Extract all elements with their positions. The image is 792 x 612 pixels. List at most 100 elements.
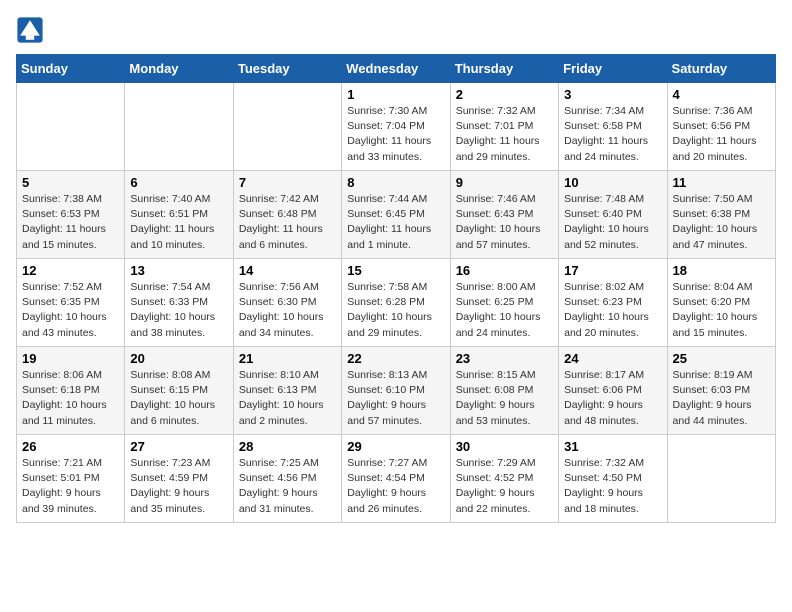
day-number: 24 [564,351,661,366]
calendar-cell: 14 Sunrise: 7:56 AM Sunset: 6:30 PM Dayli… [233,259,341,347]
day-number: 22 [347,351,444,366]
day-info: Sunrise: 7:27 AM Sunset: 4:54 PM Dayligh… [347,456,444,517]
generalblue-logo-icon [16,16,44,44]
day-number: 31 [564,439,661,454]
calendar-cell: 11 Sunrise: 7:50 AM Sunset: 6:38 PM Dayli… [667,171,775,259]
calendar-cell: 12 Sunrise: 7:52 AM Sunset: 6:35 PM Dayli… [17,259,125,347]
page-header [16,16,776,44]
day-info: Sunrise: 7:23 AM Sunset: 4:59 PM Dayligh… [130,456,227,517]
day-number: 7 [239,175,336,190]
calendar-cell: 5 Sunrise: 7:38 AM Sunset: 6:53 PM Daylig… [17,171,125,259]
calendar-cell: 24 Sunrise: 8:17 AM Sunset: 6:06 PM Dayli… [559,347,667,435]
day-info: Sunrise: 8:13 AM Sunset: 6:10 PM Dayligh… [347,368,444,429]
weekday-header-sunday: Sunday [17,55,125,83]
calendar-cell: 18 Sunrise: 8:04 AM Sunset: 6:20 PM Dayli… [667,259,775,347]
weekday-header-saturday: Saturday [667,55,775,83]
calendar-cell: 16Sunrise: 8:00 AM Sunset: 6:25 PM Dayli… [450,259,558,347]
calendar-cell: 9 Sunrise: 7:46 AM Sunset: 6:43 PM Daylig… [450,171,558,259]
weekday-header-tuesday: Tuesday [233,55,341,83]
day-number: 21 [239,351,336,366]
day-number: 9 [456,175,553,190]
calendar-cell: 13Sunrise: 7:54 AM Sunset: 6:33 PM Dayli… [125,259,233,347]
calendar-cell: 3 Sunrise: 7:34 AM Sunset: 6:58 PM Daylig… [559,83,667,171]
day-info: Sunrise: 7:42 AM Sunset: 6:48 PM Dayligh… [239,192,336,253]
day-number: 2 [456,87,553,102]
calendar-cell: 22 Sunrise: 8:13 AM Sunset: 6:10 PM Dayli… [342,347,450,435]
day-info: Sunrise: 8:17 AM Sunset: 6:06 PM Dayligh… [564,368,661,429]
calendar-cell: 17Sunrise: 8:02 AM Sunset: 6:23 PM Dayli… [559,259,667,347]
day-number: 1 [347,87,444,102]
day-number: 6 [130,175,227,190]
calendar-cell: 8 Sunrise: 7:44 AM Sunset: 6:45 PM Daylig… [342,171,450,259]
calendar-cell [667,435,775,523]
calendar-table: SundayMondayTuesdayWednesdayThursdayFrid… [16,54,776,523]
weekday-header-friday: Friday [559,55,667,83]
day-number: 19 [22,351,119,366]
calendar-cell [125,83,233,171]
day-number: 18 [673,263,770,278]
calendar-cell: 7 Sunrise: 7:42 AM Sunset: 6:48 PM Daylig… [233,171,341,259]
day-number: 15 [347,263,444,278]
day-info: Sunrise: 8:02 AM Sunset: 6:23 PM Dayligh… [564,280,661,341]
weekday-header-thursday: Thursday [450,55,558,83]
day-info: Sunrise: 8:06 AM Sunset: 6:18 PM Dayligh… [22,368,119,429]
calendar-cell: 10 Sunrise: 7:48 AM Sunset: 6:40 PM Dayli… [559,171,667,259]
calendar-cell: 30 Sunrise: 7:29 AM Sunset: 4:52 PM Dayli… [450,435,558,523]
day-number: 5 [22,175,119,190]
day-number: 20 [130,351,227,366]
day-info: Sunrise: 7:25 AM Sunset: 4:56 PM Dayligh… [239,456,336,517]
calendar-cell: 4Sunrise: 7:36 AM Sunset: 6:56 PM Daylig… [667,83,775,171]
calendar-week-2: 5 Sunrise: 7:38 AM Sunset: 6:53 PM Daylig… [17,171,776,259]
day-info: Sunrise: 7:50 AM Sunset: 6:38 PM Dayligh… [673,192,770,253]
day-info: Sunrise: 7:54 AM Sunset: 6:33 PM Dayligh… [130,280,227,341]
day-info: Sunrise: 7:32 AM Sunset: 7:01 PM Dayligh… [456,104,553,165]
day-info: Sunrise: 8:08 AM Sunset: 6:15 PM Dayligh… [130,368,227,429]
day-number: 8 [347,175,444,190]
calendar-cell [17,83,125,171]
calendar-cell: 1 Sunrise: 7:30 AM Sunset: 7:04 PM Daylig… [342,83,450,171]
day-number: 27 [130,439,227,454]
day-info: Sunrise: 8:19 AM Sunset: 6:03 PM Dayligh… [673,368,770,429]
day-info: Sunrise: 7:48 AM Sunset: 6:40 PM Dayligh… [564,192,661,253]
calendar-week-5: 26 Sunrise: 7:21 AM Sunset: 5:01 PM Dayli… [17,435,776,523]
day-info: Sunrise: 8:10 AM Sunset: 6:13 PM Dayligh… [239,368,336,429]
day-info: Sunrise: 7:52 AM Sunset: 6:35 PM Dayligh… [22,280,119,341]
calendar-cell: 31Sunrise: 7:32 AM Sunset: 4:50 PM Dayli… [559,435,667,523]
day-info: Sunrise: 7:29 AM Sunset: 4:52 PM Dayligh… [456,456,553,517]
day-info: Sunrise: 7:40 AM Sunset: 6:51 PM Dayligh… [130,192,227,253]
calendar-week-1: 1 Sunrise: 7:30 AM Sunset: 7:04 PM Daylig… [17,83,776,171]
day-number: 11 [673,175,770,190]
day-info: Sunrise: 7:46 AM Sunset: 6:43 PM Dayligh… [456,192,553,253]
calendar-cell: 23 Sunrise: 8:15 AM Sunset: 6:08 PM Dayli… [450,347,558,435]
day-number: 12 [22,263,119,278]
logo [16,16,46,44]
day-info: Sunrise: 8:15 AM Sunset: 6:08 PM Dayligh… [456,368,553,429]
day-info: Sunrise: 7:34 AM Sunset: 6:58 PM Dayligh… [564,104,661,165]
calendar-cell: 29Sunrise: 7:27 AM Sunset: 4:54 PM Dayli… [342,435,450,523]
calendar-cell: 19 Sunrise: 8:06 AM Sunset: 6:18 PM Dayli… [17,347,125,435]
weekday-header-wednesday: Wednesday [342,55,450,83]
calendar-cell: 15Sunrise: 7:58 AM Sunset: 6:28 PM Dayli… [342,259,450,347]
weekday-header-row: SundayMondayTuesdayWednesdayThursdayFrid… [17,55,776,83]
day-number: 14 [239,263,336,278]
day-info: Sunrise: 8:04 AM Sunset: 6:20 PM Dayligh… [673,280,770,341]
calendar-week-3: 12 Sunrise: 7:52 AM Sunset: 6:35 PM Dayli… [17,259,776,347]
day-number: 3 [564,87,661,102]
day-info: Sunrise: 7:38 AM Sunset: 6:53 PM Dayligh… [22,192,119,253]
calendar-cell: 21 Sunrise: 8:10 AM Sunset: 6:13 PM Dayli… [233,347,341,435]
day-number: 25 [673,351,770,366]
day-number: 26 [22,439,119,454]
day-info: Sunrise: 7:21 AM Sunset: 5:01 PM Dayligh… [22,456,119,517]
day-info: Sunrise: 7:44 AM Sunset: 6:45 PM Dayligh… [347,192,444,253]
calendar-cell: 6 Sunrise: 7:40 AM Sunset: 6:51 PM Daylig… [125,171,233,259]
day-number: 16 [456,263,553,278]
day-number: 10 [564,175,661,190]
day-number: 23 [456,351,553,366]
calendar-cell: 28 Sunrise: 7:25 AM Sunset: 4:56 PM Dayli… [233,435,341,523]
day-number: 30 [456,439,553,454]
day-number: 28 [239,439,336,454]
day-info: Sunrise: 7:56 AM Sunset: 6:30 PM Dayligh… [239,280,336,341]
day-info: Sunrise: 7:30 AM Sunset: 7:04 PM Dayligh… [347,104,444,165]
calendar-cell: 26 Sunrise: 7:21 AM Sunset: 5:01 PM Dayli… [17,435,125,523]
day-info: Sunrise: 7:36 AM Sunset: 6:56 PM Dayligh… [673,104,770,165]
